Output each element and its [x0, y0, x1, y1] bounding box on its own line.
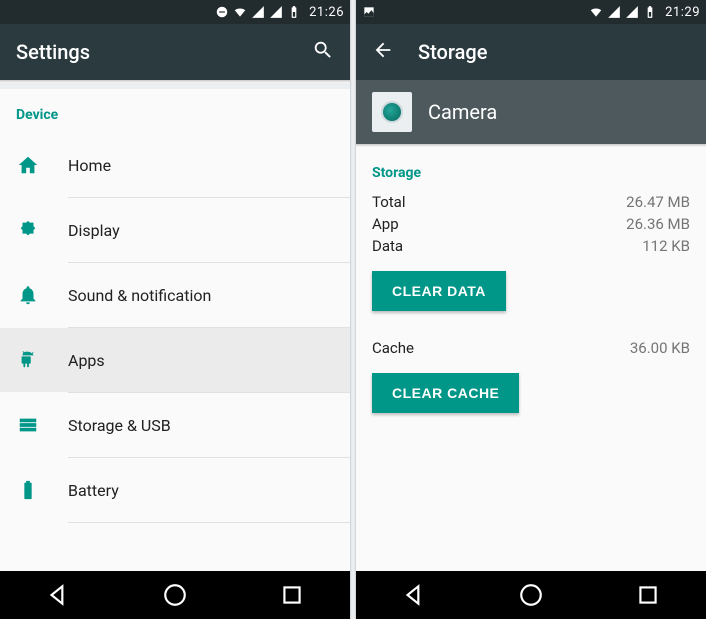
- status-clock: 21:29: [665, 5, 700, 20]
- wifi-icon: [233, 5, 247, 19]
- signal-icon: [251, 5, 265, 19]
- nav-recent[interactable]: [635, 582, 661, 608]
- phone-settings: 21:26 Settings Device Home Display: [0, 0, 350, 619]
- dnd-icon: [215, 5, 229, 19]
- settings-item-home[interactable]: Home: [0, 133, 350, 197]
- status-clock: 21:26: [309, 5, 344, 20]
- settings-item-sound[interactable]: Sound & notification: [0, 263, 350, 327]
- battery-icon: [287, 5, 301, 19]
- nav-bar: [356, 571, 706, 619]
- appbar-title: Settings: [16, 40, 90, 64]
- row-app: App 26.36 MB: [372, 213, 690, 235]
- nav-recent[interactable]: [279, 582, 305, 608]
- section-header-storage: Storage: [372, 147, 690, 191]
- row-label: Data: [372, 237, 403, 255]
- android-icon: [16, 349, 40, 371]
- signal-icon-2: [625, 5, 639, 19]
- storage-details: Storage Total 26.47 MB App 26.36 MB Data…: [356, 147, 706, 571]
- settings-item-label: Home: [68, 156, 111, 175]
- settings-item-label: Battery: [68, 481, 119, 500]
- battery-icon: [643, 5, 657, 19]
- row-value: 112 KB: [642, 237, 690, 255]
- row-total: Total 26.47 MB: [372, 191, 690, 213]
- phone-storage: 21:29 Storage Camera Storage Total 26.47…: [356, 0, 706, 619]
- settings-item-label: Apps: [68, 351, 105, 370]
- appbar-title: Storage: [418, 40, 487, 64]
- wifi-icon: [589, 5, 603, 19]
- app-bar: Storage: [356, 24, 706, 80]
- search-icon[interactable]: [312, 39, 334, 65]
- settings-item-display[interactable]: Display: [0, 198, 350, 262]
- nav-home[interactable]: [518, 582, 544, 608]
- row-label: Cache: [372, 339, 414, 357]
- row-value: 36.00 KB: [630, 339, 690, 357]
- brightness-icon: [16, 219, 40, 241]
- nav-home[interactable]: [162, 582, 188, 608]
- signal-icon-2: [269, 5, 283, 19]
- row-label: App: [372, 215, 399, 233]
- nav-back[interactable]: [401, 582, 427, 608]
- nav-bar: [0, 571, 350, 619]
- nav-back[interactable]: [45, 582, 71, 608]
- row-value: 26.47 MB: [626, 193, 690, 211]
- app-bar: Settings: [0, 24, 350, 80]
- row-cache: Cache 36.00 KB: [372, 337, 690, 359]
- settings-item-label: Sound & notification: [68, 286, 211, 305]
- settings-item-storage[interactable]: Storage & USB: [0, 393, 350, 457]
- camera-app-icon: [372, 92, 412, 132]
- home-icon: [16, 154, 40, 176]
- settings-item-label: Display: [68, 221, 120, 240]
- settings-item-battery[interactable]: Battery: [0, 458, 350, 522]
- app-name: Camera: [428, 100, 497, 124]
- back-icon[interactable]: [372, 39, 394, 65]
- row-data: Data 112 KB: [372, 235, 690, 257]
- settings-item-apps[interactable]: Apps: [0, 328, 350, 392]
- section-header-device: Device: [0, 89, 350, 133]
- clear-cache-button[interactable]: CLEAR CACHE: [372, 373, 519, 413]
- row-label: Total: [372, 193, 406, 211]
- clear-data-button[interactable]: CLEAR DATA: [372, 271, 506, 311]
- status-bar: 21:26: [0, 0, 350, 24]
- signal-icon: [607, 5, 621, 19]
- row-value: 26.36 MB: [626, 215, 690, 233]
- storage-icon: [16, 414, 40, 436]
- settings-list[interactable]: Device Home Display Sound & notification: [0, 89, 350, 571]
- app-info-header: Camera: [356, 80, 706, 144]
- image-notification-icon: [362, 5, 376, 19]
- battery-icon: [16, 479, 40, 501]
- settings-item-label: Storage & USB: [68, 416, 171, 435]
- bell-icon: [16, 284, 40, 306]
- status-bar: 21:29: [356, 0, 706, 24]
